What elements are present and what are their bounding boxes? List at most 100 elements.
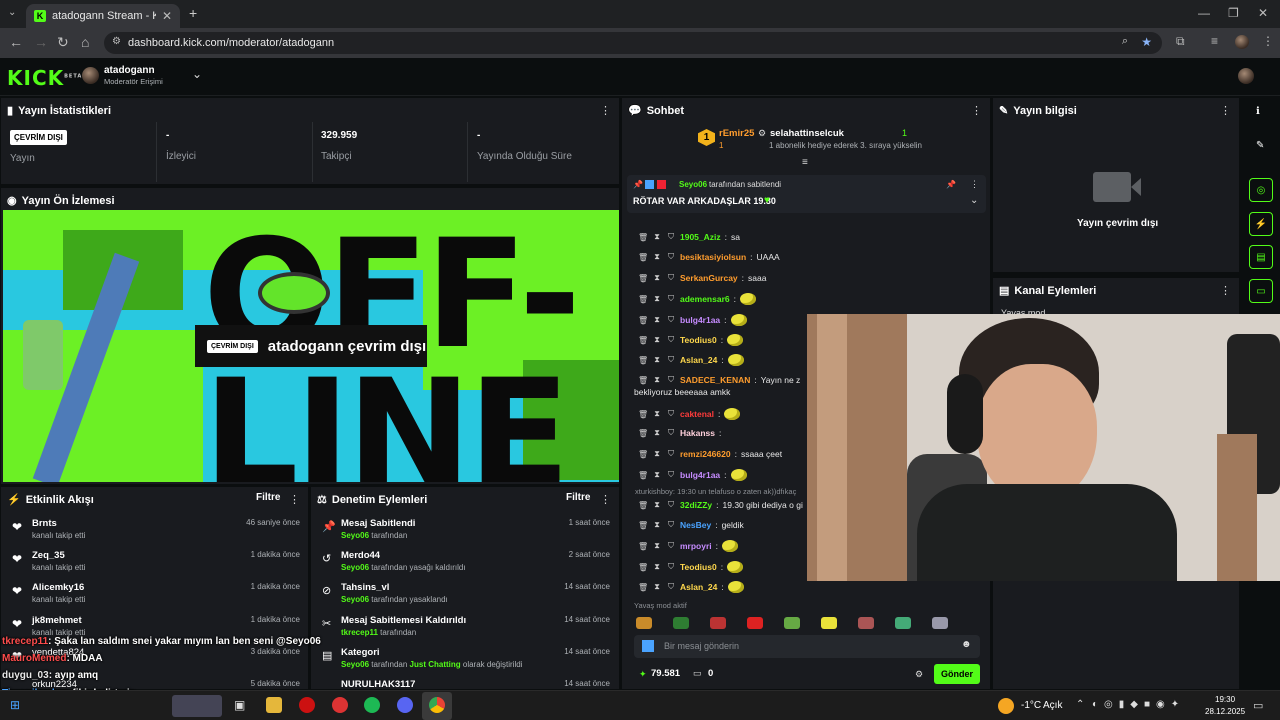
new-tab-button[interactable]: + bbox=[189, 5, 197, 21]
opera-icon[interactable] bbox=[299, 697, 315, 713]
chat-username[interactable]: 1905_Aziz bbox=[680, 232, 721, 242]
discord-icon[interactable] bbox=[397, 697, 413, 713]
weather-temp[interactable]: -1°C bbox=[1021, 700, 1041, 711]
chat-username[interactable]: bulg4r1aa bbox=[680, 315, 720, 325]
pinned-menu-icon[interactable]: ⋮ bbox=[970, 179, 979, 190]
chat-delete-icon[interactable]: 🗑 bbox=[638, 501, 648, 510]
chat-delete-icon[interactable]: 🗑 bbox=[638, 356, 648, 365]
send-button[interactable]: Gönder bbox=[934, 664, 980, 684]
tab-search-icon[interactable]: ⌄ bbox=[8, 7, 16, 18]
emote-icon[interactable] bbox=[895, 617, 911, 629]
chat-timeout-icon[interactable]: ⧗ bbox=[652, 273, 662, 283]
channel-switcher-chevron-icon[interactable]: ⌄ bbox=[192, 67, 202, 81]
browser-menu-icon[interactable]: ⋮ bbox=[1262, 34, 1274, 48]
chat-username[interactable]: caktenal bbox=[680, 409, 714, 419]
chat-delete-icon[interactable]: 🗑 bbox=[638, 253, 648, 262]
activity-menu-icon[interactable]: ⋮ bbox=[289, 493, 300, 506]
stats-menu-icon[interactable]: ⋮ bbox=[600, 104, 611, 117]
chat-username[interactable]: Hakanss bbox=[680, 428, 715, 438]
emote-icon[interactable] bbox=[673, 617, 689, 629]
chat-ban-icon[interactable]: ⛉ bbox=[666, 355, 676, 365]
chat-timeout-icon[interactable]: ⧗ bbox=[652, 541, 662, 551]
channel-actions-menu-icon[interactable]: ⋮ bbox=[1220, 284, 1231, 297]
chat-delete-icon[interactable]: 🗑 bbox=[638, 450, 648, 459]
leader2-name[interactable]: selahattinselcuk bbox=[770, 128, 844, 139]
chat-username[interactable]: SADECE_KENAN bbox=[680, 375, 750, 385]
mod-user[interactable]: Seyo06 bbox=[341, 595, 369, 604]
bolt-icon[interactable]: ⚡ bbox=[1249, 212, 1273, 236]
chat-settings-gear-icon[interactable]: ⚙ bbox=[915, 669, 923, 680]
chat-ban-icon[interactable]: ⛉ bbox=[666, 541, 676, 551]
chat-delete-icon[interactable]: 🗑 bbox=[638, 542, 648, 551]
chat-timeout-icon[interactable]: ⧗ bbox=[652, 232, 662, 242]
emote-icon[interactable] bbox=[710, 617, 726, 629]
browser-tab[interactable]: K atadogann Stream - Kick Dashb ✕ bbox=[26, 4, 180, 28]
chat-timeout-icon[interactable]: ⧗ bbox=[652, 582, 662, 592]
chat-delete-icon[interactable]: 🗑 bbox=[638, 410, 648, 419]
info-icon[interactable]: ℹ bbox=[1256, 106, 1260, 117]
file-explorer-icon[interactable] bbox=[266, 697, 282, 713]
address-bar[interactable]: ⚙ dashboard.kick.com/moderator/atadogann… bbox=[104, 32, 1162, 54]
chat-timeout-icon[interactable]: ⧗ bbox=[652, 470, 662, 480]
emote-icon[interactable] bbox=[747, 617, 763, 629]
chat-ban-icon[interactable]: ⛉ bbox=[666, 449, 676, 459]
profile-avatar[interactable] bbox=[1235, 35, 1249, 49]
event-user[interactable]: Alicemky16 bbox=[32, 582, 84, 593]
chat-timeout-icon[interactable]: ⧗ bbox=[652, 315, 662, 325]
user-avatar[interactable] bbox=[1238, 68, 1254, 84]
chat-input[interactable]: Bir mesaj gönderin ☻ bbox=[634, 635, 980, 658]
chat-delete-icon[interactable]: 🗑 bbox=[638, 471, 648, 480]
leader1-name[interactable]: rEmir25 bbox=[719, 128, 754, 139]
chat-ban-icon[interactable]: ⛉ bbox=[666, 375, 676, 385]
edit-icon[interactable]: ✎ bbox=[1256, 140, 1264, 151]
close-tab-icon[interactable]: ✕ bbox=[162, 9, 172, 23]
chat-delete-icon[interactable]: 🗑 bbox=[638, 376, 648, 385]
emoji-icon[interactable]: ☻ bbox=[961, 639, 972, 650]
bookmark-star-icon[interactable]: ★ bbox=[1141, 35, 1152, 49]
back-icon[interactable]: ← bbox=[9, 34, 23, 50]
collapse-leaderboard-icon[interactable]: ≡ bbox=[802, 157, 808, 168]
chat-username[interactable]: Aslan_24 bbox=[680, 582, 717, 592]
site-info-icon[interactable]: ⚙ bbox=[112, 36, 121, 47]
chat-username[interactable]: Teodius0 bbox=[680, 335, 717, 345]
chat-ban-icon[interactable]: ⛉ bbox=[666, 470, 676, 480]
unpin-icon[interactable]: 📌 bbox=[946, 180, 956, 189]
document-icon[interactable]: ▤ bbox=[1249, 245, 1273, 269]
chat-delete-icon[interactable]: 🗑 bbox=[638, 233, 648, 242]
chat-timeout-icon[interactable]: ⧗ bbox=[652, 252, 662, 262]
clock-date[interactable]: 28.12.2025 bbox=[1205, 707, 1245, 716]
widget-thumbnail[interactable] bbox=[172, 695, 222, 717]
chat-delete-icon[interactable]: 🗑 bbox=[638, 429, 648, 438]
weather-desc[interactable]: Açık bbox=[1043, 700, 1062, 711]
chat-ban-icon[interactable]: ⛉ bbox=[666, 582, 676, 592]
chat-username[interactable]: bulg4r1aa bbox=[680, 470, 720, 480]
pinned-by-user[interactable]: Seyo06 bbox=[679, 180, 707, 189]
minimize-icon[interactable]: — bbox=[1198, 6, 1210, 20]
chrome-icon[interactable] bbox=[429, 697, 445, 713]
extensions-icon[interactable]: ⧉ bbox=[1176, 34, 1185, 49]
chat-menu-icon[interactable]: ⋮ bbox=[971, 104, 982, 117]
chat-username[interactable]: mrpoyri bbox=[680, 541, 712, 551]
chat-delete-icon[interactable]: 🗑 bbox=[638, 316, 648, 325]
chat-timeout-icon[interactable]: ⧗ bbox=[652, 562, 662, 572]
chat-ban-icon[interactable]: ⛉ bbox=[666, 232, 676, 242]
mod-user[interactable]: Seyo06 bbox=[341, 660, 369, 669]
chat-username[interactable]: SerkanGurcay bbox=[680, 273, 738, 283]
chat-bubble-icon[interactable]: ▭ bbox=[1249, 279, 1273, 303]
chat-timeout-icon[interactable]: ⧗ bbox=[652, 375, 662, 385]
event-user[interactable]: Zeq_35 bbox=[32, 550, 65, 561]
chat-timeout-icon[interactable]: ⧗ bbox=[652, 409, 662, 419]
reading-list-icon[interactable]: ≡ bbox=[1211, 34, 1218, 48]
chat-timeout-icon[interactable]: ⧗ bbox=[652, 500, 662, 510]
moderation-filter-button[interactable]: Filtre bbox=[566, 492, 590, 503]
chat-ban-icon[interactable]: ⛉ bbox=[666, 562, 676, 572]
chat-delete-icon[interactable]: 🗑 bbox=[638, 336, 648, 345]
kick-logo[interactable]: KICKBETA bbox=[7, 66, 82, 90]
chat-timeout-icon[interactable]: ⧗ bbox=[652, 335, 662, 345]
forward-icon[interactable]: → bbox=[34, 34, 48, 50]
task-view-icon[interactable]: ▣ bbox=[234, 698, 245, 712]
target-icon[interactable]: ◎ bbox=[1249, 178, 1273, 202]
tray-chevron-icon[interactable]: ⌃ bbox=[1076, 699, 1084, 710]
emote-icon[interactable] bbox=[858, 617, 874, 629]
mod-user[interactable]: Seyo06 bbox=[341, 563, 369, 572]
